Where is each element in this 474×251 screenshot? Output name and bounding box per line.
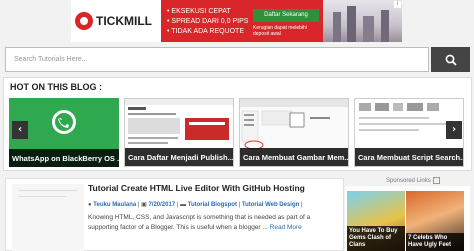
search-button[interactable]	[431, 47, 470, 72]
ad-tower-shape	[347, 6, 356, 42]
folder-icon: ▬	[180, 202, 187, 208]
read-more-link[interactable]: Read More	[270, 224, 302, 231]
ad-info-icon[interactable]: i	[394, 1, 401, 8]
post-category[interactable]: Tutorial Web Design	[242, 202, 299, 208]
chevron-left-icon: ‹	[17, 124, 23, 135]
tickmill-logo-icon	[75, 12, 93, 30]
user-icon: ●	[88, 202, 92, 208]
hot-slide[interactable]: Cara Daftar Menjadi Publish...	[124, 98, 234, 167]
top-banner-ad[interactable]: TICKMILL • EKSEKUSI CEPAT • SPREAD DARI …	[71, 0, 402, 42]
sponsored-tile[interactable]: 7 Celebs Who Have Ugly Feet	[406, 191, 464, 251]
hot-slide-caption: Cara Daftar Menjadi Publish...	[125, 148, 233, 166]
hot-slide-caption: WhatsApp on BlackBerry OS ...	[9, 149, 119, 167]
post-author[interactable]: Teuku Maulana	[93, 202, 136, 208]
ad-tower-shape	[333, 12, 341, 42]
ad-register-button[interactable]: Daftar Sekarang	[253, 9, 319, 22]
hot-slide[interactable]: Cara Membuat Gambar Mem...	[239, 98, 349, 167]
hot-posts-title: HOT ON THIS BLOG :	[10, 82, 102, 92]
chevron-right-icon: ›	[451, 124, 457, 135]
ad-brand: TICKMILL	[96, 14, 152, 28]
ad-choices-icon[interactable]	[432, 177, 440, 184]
ad-risk-text: Kerugian dapat melebihi deposit awal	[253, 25, 307, 37]
search-input[interactable]: Search Tutorials Here...	[5, 47, 429, 72]
slider-prev-button[interactable]: ‹	[12, 121, 28, 139]
post-title[interactable]: Tutorial Create HTML Live Editor With Gi…	[88, 183, 305, 193]
ad-bullet: • EKSEKUSI CEPAT	[167, 8, 231, 15]
post-thumbnail[interactable]	[12, 184, 84, 251]
sponsored-tile-caption: 7 Celebs Who Have Ugly Feet	[406, 233, 464, 251]
sponsored-label: Sponsored Links	[386, 177, 440, 184]
meta-separator: |	[299, 202, 303, 208]
ad-tower-shape	[381, 10, 389, 42]
hot-slide-caption: Cara Membuat Script Search...	[355, 148, 463, 166]
hot-slide-caption: Cara Membuat Gambar Mem...	[240, 148, 348, 166]
slide-screenshot-image	[240, 99, 348, 150]
sponsored-tile-caption: You Have To Buy Gems Clash of Clans	[347, 226, 405, 251]
sponsored-tile[interactable]: You Have To Buy Gems Clash of Clans	[347, 191, 405, 251]
search-icon	[445, 54, 457, 66]
tickmill-logo: TICKMILL	[71, 0, 161, 42]
post-category[interactable]: Tutorial Blogspot	[188, 202, 237, 208]
search-placeholder: Search Tutorials Here...	[14, 56, 88, 63]
post-date[interactable]: 7/20/2017	[148, 202, 175, 208]
slider-next-button[interactable]: ›	[446, 121, 462, 139]
ad-bullets: • EKSEKUSI CEPAT • SPREAD DARI 0,0 PIPS …	[167, 7, 248, 37]
ad-bullet: • TIDAK ADA REQUOTE	[167, 28, 245, 35]
slide-screenshot-image	[125, 99, 233, 144]
post-meta: ● Teuku Maulana | ▣ 7/20/2017 | ▬ Tutori…	[88, 201, 303, 208]
ad-bullet: • SPREAD DARI 0,0 PIPS	[167, 18, 249, 25]
ad-tower-shape	[363, 16, 374, 42]
calendar-icon: ▣	[141, 202, 147, 208]
post-excerpt: Knowing HTML, CSS, and Javascript is som…	[88, 213, 338, 233]
post-thumbnail-image	[12, 184, 84, 251]
sponsored-label-text: Sponsored Links	[386, 178, 431, 185]
